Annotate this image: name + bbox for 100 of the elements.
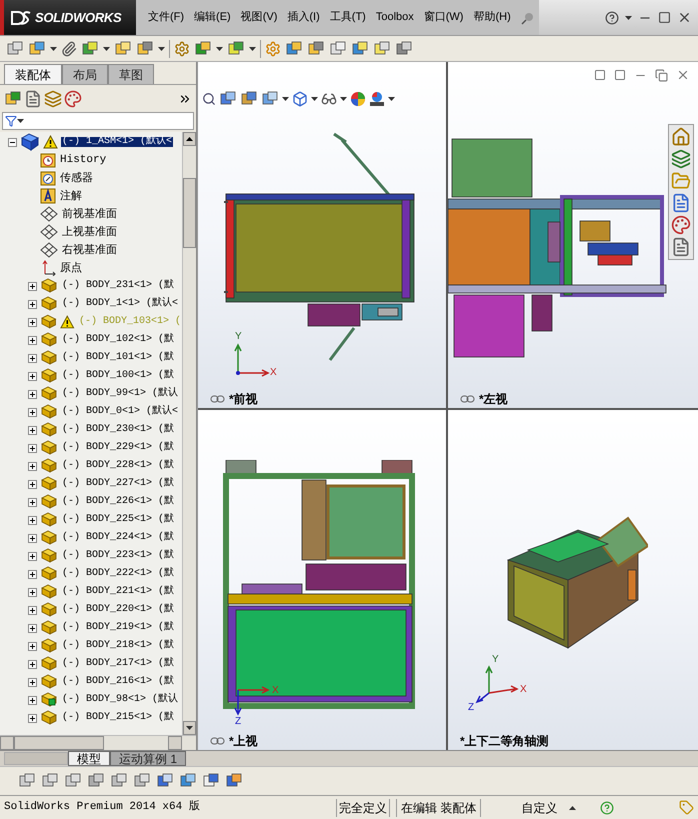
viewport[interactable]: Y X Z *上下二等角轴测: [448, 410, 698, 750]
caret-icon[interactable]: [311, 97, 318, 101]
panel-tab[interactable]: 草图: [108, 64, 154, 84]
caret-icon[interactable]: [282, 97, 289, 101]
expander-icon[interactable]: [28, 444, 37, 452]
home-icon[interactable]: [671, 127, 691, 147]
color-ball-icon[interactable]: [350, 91, 366, 107]
horizontal-scrollbar[interactable]: [0, 735, 196, 750]
tree-item[interactable]: (-) BODY_219<1> (默: [61, 623, 176, 633]
expander-icon[interactable]: [28, 372, 37, 380]
caret-icon[interactable]: [17, 119, 24, 123]
scene-icon[interactable]: [369, 91, 385, 107]
caret-up-icon[interactable]: [569, 806, 576, 810]
tile-left-icon[interactable]: [594, 69, 606, 81]
tree-item[interactable]: 注解: [59, 190, 83, 202]
tree-item[interactable]: (-) 1_ASM<1> (默认<: [61, 137, 174, 147]
gears-icon[interactable]: [265, 40, 281, 56]
expander-icon[interactable]: [28, 534, 37, 542]
display-style-icon[interactable]: [292, 91, 308, 107]
caret-icon[interactable]: [103, 46, 110, 50]
tree-item[interactable]: (-) BODY_218<1> (默: [61, 641, 176, 651]
caret-icon[interactable]: [216, 46, 223, 50]
expander-icon[interactable]: [28, 570, 37, 578]
tree-item[interactable]: (-) BODY_223<1> (默: [61, 551, 176, 561]
filter-field[interactable]: [2, 112, 194, 130]
caret-icon[interactable]: [388, 97, 395, 101]
scrollbar[interactable]: [182, 132, 196, 735]
tree-item[interactable]: (-) BODY_227<1> (默: [61, 479, 176, 489]
menu-item[interactable]: 帮助(H): [473, 9, 511, 26]
tree-item[interactable]: (-) BODY_100<1> (默: [61, 371, 176, 381]
tree-item[interactable]: 传感器: [59, 172, 94, 184]
scroll-thumb[interactable]: [183, 178, 196, 248]
tree-item[interactable]: (-) BODY_217<1> (默: [61, 659, 176, 669]
viewport[interactable]: X Z *上视: [198, 410, 446, 750]
expander-icon[interactable]: [28, 336, 37, 344]
expander-icon[interactable]: [28, 660, 37, 668]
expander-icon[interactable]: [28, 552, 37, 560]
tree-item[interactable]: (-) BODY_225<1> (默: [61, 515, 176, 525]
caret-icon[interactable]: [50, 46, 57, 50]
expander-icon[interactable]: [28, 678, 37, 686]
appearance-icon[interactable]: [671, 215, 691, 235]
expander-icon[interactable]: [28, 498, 37, 506]
zoom-icon[interactable]: [202, 92, 216, 106]
expander-icon[interactable]: [28, 588, 37, 596]
tree-item[interactable]: (-) BODY_229<1> (默: [61, 443, 176, 453]
tree-item[interactable]: (-) BODY_102<1> (默: [61, 335, 176, 345]
expander-icon[interactable]: [28, 480, 37, 488]
tree-item[interactable]: 上视基准面: [61, 226, 118, 238]
glasses-icon[interactable]: [321, 91, 337, 107]
appearance-icon[interactable]: [64, 90, 82, 108]
scroll-down-icon[interactable]: [186, 726, 193, 730]
viewport[interactable]: Y X *前视: [198, 62, 446, 408]
menu-item[interactable]: 工具(T): [330, 9, 366, 26]
tree-item[interactable]: (-) BODY_216<1> (默: [61, 677, 176, 687]
close-icon[interactable]: [677, 10, 692, 25]
tree-item[interactable]: (-) BODY_1<1> (默认<: [61, 299, 180, 309]
panel-tab[interactable]: 布局: [62, 64, 108, 84]
caret-icon[interactable]: [625, 16, 632, 20]
menu-item[interactable]: 视图(V): [240, 9, 278, 26]
menu-item[interactable]: 窗口(W): [424, 9, 464, 26]
expander-icon[interactable]: [28, 696, 37, 704]
expander-icon[interactable]: [28, 300, 37, 308]
expander-icon[interactable]: [28, 462, 37, 470]
expander-icon[interactable]: [28, 282, 37, 290]
tree-item[interactable]: (-) BODY_221<1> (默: [61, 587, 176, 597]
tree-item[interactable]: (-) BODY_226<1> (默: [61, 497, 176, 507]
expander-icon[interactable]: [8, 138, 17, 146]
tree-item[interactable]: 原点: [59, 262, 83, 274]
tree-item[interactable]: 前视基准面: [61, 208, 118, 220]
expander-icon[interactable]: [28, 318, 37, 326]
caret-icon[interactable]: [158, 46, 165, 50]
maximize-icon[interactable]: [658, 11, 671, 24]
menu-item[interactable]: 文件(F): [148, 9, 184, 26]
expander-icon[interactable]: [28, 642, 37, 650]
help-icon[interactable]: [605, 10, 619, 24]
viewport[interactable]: *左视: [448, 62, 698, 408]
tree-item[interactable]: History: [59, 154, 108, 166]
tree-item[interactable]: (-) BODY_220<1> (默: [61, 605, 176, 615]
tree-item[interactable]: 右视基准面: [61, 244, 118, 256]
expander-icon[interactable]: [28, 426, 37, 434]
tree-item[interactable]: (-) BODY_99<1> (默认: [61, 389, 180, 399]
gear-icon[interactable]: [174, 40, 190, 56]
tree-item[interactable]: (-) BODY_224<1> (默: [61, 533, 176, 543]
caret-icon[interactable]: [249, 46, 256, 50]
scroll-up-icon[interactable]: [186, 137, 193, 141]
tree-item[interactable]: (-) BODY_228<1> (默: [61, 461, 176, 471]
expander-icon[interactable]: [28, 516, 37, 524]
property-icon[interactable]: [24, 90, 42, 108]
expander-icon[interactable]: [28, 606, 37, 614]
expander-icon[interactable]: [28, 408, 37, 416]
expander-icon[interactable]: [28, 390, 37, 398]
tree-item[interactable]: (-) BODY_231<1> (默: [61, 281, 176, 291]
tree-item[interactable]: (-) BODY_0<1> (默认<: [61, 407, 180, 417]
tree-item[interactable]: (-) BODY_215<1> (默: [61, 713, 176, 723]
paperclip-icon[interactable]: [61, 40, 77, 56]
model-tab[interactable]: 模型: [68, 751, 110, 766]
tree-item[interactable]: (-) BODY_222<1> (默: [61, 569, 176, 579]
tree-item[interactable]: (-) BODY_230<1> (默: [61, 425, 176, 435]
expander-icon[interactable]: [28, 714, 37, 722]
expander-icon[interactable]: [28, 624, 37, 632]
